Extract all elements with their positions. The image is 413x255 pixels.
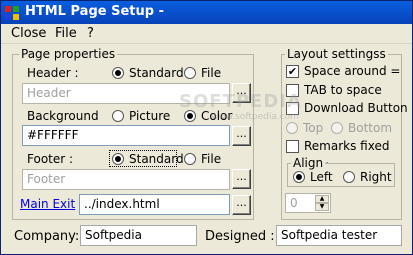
space-around-checkbox[interactable]: ✔ [286,65,299,78]
background-label: Background [27,109,99,123]
company-label: Company: [14,229,80,244]
top-radio[interactable] [286,122,298,134]
remarks-fixed-checkbox[interactable] [286,140,299,153]
footer-browse-button[interactable]: ... [232,169,251,189]
footer-file-label: File [201,152,222,166]
align-right-radio[interactable] [343,171,355,183]
footer-label: Footer : [27,152,74,166]
menu-bar: Close File ? [1,24,412,44]
background-picture-radio[interactable] [112,110,124,122]
spinner-value: 0 [290,196,298,210]
main-exit-input[interactable]: ../index.html [79,194,230,215]
bottom-label: Bottom [348,121,393,135]
top-label: Top [303,121,324,135]
download-button-label: Download Button [304,101,408,115]
company-input[interactable]: Softpedia [80,225,197,246]
bottom-radio[interactable] [331,122,343,134]
designed-input[interactable]: Softpedia tester [276,225,402,246]
background-picture-label: Picture [129,109,171,123]
align-label: Align [291,156,326,170]
footer-file-radio[interactable] [184,153,196,165]
main-exit-link[interactable]: Main Exit [20,197,75,211]
header-standard-label: Standard [129,66,184,80]
header-standard-radio[interactable] [112,67,124,79]
title-bar[interactable]: HTML Page Setup - [1,1,412,24]
layout-settings-label: Layout settingss [285,47,388,61]
watermark: SOFTPEDIA [179,91,302,112]
spin-down-icon[interactable]: ▼ [315,203,329,211]
window-title: HTML Page Setup - [25,4,164,19]
page-properties-label: Page properties [19,47,118,61]
menu-file[interactable]: File [55,26,77,41]
tab-to-space-label: TAB to space [304,83,382,97]
spinner-buttons: ▲ ▼ [315,195,329,211]
footer-standard-radio[interactable] [112,153,124,165]
menu-close[interactable]: Close [11,26,46,41]
html-page-setup-window: HTML Page Setup - Close File ? Page prop… [0,0,413,255]
background-color-input[interactable]: #FFFFFF [22,125,230,146]
header-file-label: File [201,66,222,80]
footer-standard-label: Standard [129,152,184,166]
main-exit-browse-button[interactable]: ... [232,195,251,215]
align-left-label: Left [310,170,333,184]
header-file-radio[interactable] [184,67,196,79]
align-right-label: Right [360,170,392,184]
designed-label: Designed : [205,229,275,244]
align-left-radio[interactable] [293,171,305,183]
menu-help[interactable]: ? [87,26,94,41]
app-icon [5,6,19,20]
footer-file-input[interactable]: Footer [22,169,230,190]
background-browse-button[interactable]: ... [232,126,251,146]
spin-up-icon[interactable]: ▲ [315,195,329,203]
header-label: Header : [27,66,79,80]
space-spinner[interactable]: 0 ▲ ▼ [285,193,331,213]
watermark-url: www.softpedia.com [211,112,299,122]
space-around-label: Space around = [304,64,401,78]
